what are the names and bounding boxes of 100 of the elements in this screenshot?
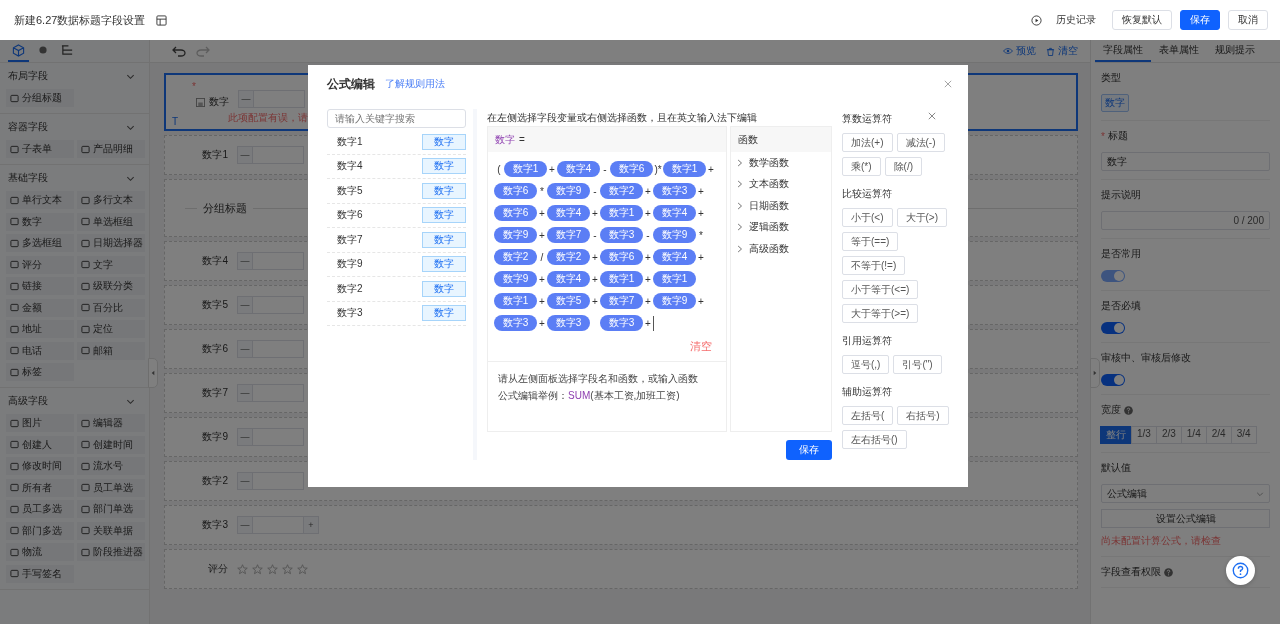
close-icon[interactable] xyxy=(944,80,952,88)
operator-button[interactable]: 小于等于(<=) xyxy=(842,280,919,299)
redo-icon[interactable] xyxy=(196,45,210,57)
field-token[interactable]: 数字2 xyxy=(547,249,590,265)
field-token[interactable]: 数字9 xyxy=(494,227,537,243)
save-button[interactable]: 保存 xyxy=(786,440,832,460)
operator-button[interactable]: 加法(+) xyxy=(842,133,893,152)
component-item[interactable]: 部门多选 xyxy=(6,521,74,540)
width-option[interactable]: 整行 xyxy=(1100,426,1132,444)
field-token[interactable]: 数字3 xyxy=(600,315,643,331)
operator-button[interactable]: 不等于(!=) xyxy=(842,256,906,275)
field-token[interactable]: 数字4 xyxy=(653,249,696,265)
field-variable[interactable]: 数字1 数字 xyxy=(327,130,466,155)
decrement-button[interactable]: — xyxy=(237,384,253,402)
decrement-button[interactable]: — xyxy=(238,89,254,108)
field-token[interactable]: 数字4 xyxy=(557,161,600,177)
operator-button[interactable]: 大于等于(>=) xyxy=(842,304,919,323)
field-token[interactable]: 数字5 xyxy=(547,293,590,309)
component-item[interactable]: 员工多选 xyxy=(6,500,74,518)
clear-link[interactable]: 清空 xyxy=(1046,44,1078,58)
field-token[interactable]: 数字1 xyxy=(663,161,706,177)
field-token[interactable]: 数字3 xyxy=(600,227,643,243)
component-item[interactable]: 物流 xyxy=(6,543,74,561)
width-option[interactable]: 1/4 xyxy=(1180,426,1207,444)
component-item[interactable]: 评分 xyxy=(6,255,74,274)
field-token[interactable]: 数字6 xyxy=(494,183,537,199)
component-item[interactable]: 百分比 xyxy=(77,298,145,317)
field-token[interactable]: 数字3 xyxy=(494,315,537,331)
component-item[interactable]: 数字 xyxy=(6,212,74,231)
decrement-button[interactable]: — xyxy=(237,472,253,490)
field-token[interactable]: 数字4 xyxy=(653,205,696,221)
component-item[interactable]: 创建时间 xyxy=(77,435,145,454)
field-variable[interactable]: 数字3 数字 xyxy=(327,301,466,326)
decrement-button[interactable]: — xyxy=(237,516,253,534)
component-item[interactable]: 单行文本 xyxy=(6,191,74,209)
operator-button[interactable]: 减法(-) xyxy=(896,133,945,152)
header-button[interactable]: 取消 xyxy=(1228,10,1268,30)
component-item[interactable]: 地址 xyxy=(6,320,74,338)
save-icon[interactable] xyxy=(196,97,205,107)
operator-button[interactable]: 小于(<) xyxy=(842,208,893,227)
collapse-handle[interactable] xyxy=(1090,358,1100,388)
collapse-handle[interactable] xyxy=(148,358,158,388)
operator-button[interactable]: 逗号(,) xyxy=(842,355,890,374)
properties-tab[interactable]: 规则提示 xyxy=(1207,40,1263,62)
component-item[interactable]: 关联单据 xyxy=(77,521,145,540)
field-token[interactable]: 数字9 xyxy=(494,271,537,287)
field-token[interactable]: 数字3 xyxy=(547,315,590,331)
operator-button[interactable]: 大于(>) xyxy=(896,208,947,227)
field-token[interactable]: 数字6 xyxy=(610,161,653,177)
star-icon[interactable] xyxy=(297,563,308,575)
width-option[interactable]: 3/4 xyxy=(1230,426,1257,444)
formula-editor[interactable] xyxy=(487,126,727,432)
component-item[interactable]: 分组标题 xyxy=(6,89,74,107)
component-item[interactable]: 创建人 xyxy=(6,435,74,454)
star-icon[interactable] xyxy=(267,563,278,575)
field-token[interactable]: 数字1 xyxy=(653,271,696,287)
operator-button[interactable]: 乘(*) xyxy=(842,157,881,176)
field-variable[interactable]: 数字6 数字 xyxy=(327,203,466,228)
star-rating[interactable] xyxy=(237,563,308,575)
component-item[interactable]: 所有者 xyxy=(6,478,74,497)
field-variable[interactable]: 数字5 数字 xyxy=(327,179,466,204)
star-icon[interactable] xyxy=(252,563,263,575)
increment-button[interactable]: + xyxy=(303,516,319,534)
field-token[interactable]: 数字9 xyxy=(547,183,590,199)
operator-button[interactable]: 右括号) xyxy=(897,406,949,425)
function-category[interactable]: 文本函数 xyxy=(731,173,831,195)
component-item[interactable]: 文字 xyxy=(77,255,145,274)
operator-button[interactable]: 左右括号() xyxy=(842,430,907,449)
width-option[interactable]: 2/4 xyxy=(1205,426,1232,444)
function-category[interactable]: 逻辑函数 xyxy=(731,216,831,238)
star-icon[interactable] xyxy=(237,563,248,575)
set-formula-button[interactable]: 设置公式编辑 xyxy=(1101,509,1270,528)
component-item[interactable]: 编辑器 xyxy=(77,414,145,432)
field-token[interactable]: 数字2 xyxy=(494,249,537,265)
field-token[interactable]: 数字9 xyxy=(653,293,696,309)
field-variable[interactable]: 数字4 数字 xyxy=(327,154,466,179)
field-token[interactable]: 数字1 xyxy=(600,271,643,287)
help-icon[interactable] xyxy=(1124,405,1133,415)
component-item[interactable]: 电话 xyxy=(6,341,74,360)
decrement-button[interactable]: — xyxy=(237,146,253,164)
star-icon[interactable] xyxy=(282,563,293,575)
component-item[interactable]: 日期选择器 xyxy=(77,234,145,252)
component-item[interactable]: 多选框组 xyxy=(6,234,74,252)
component-item[interactable]: 员工单选 xyxy=(77,478,145,497)
clear-link[interactable]: 清空 xyxy=(690,339,712,354)
field-token[interactable]: 数字1 xyxy=(504,161,547,177)
component-item[interactable]: 流水号 xyxy=(77,457,145,475)
function-category[interactable]: 日期函数 xyxy=(731,195,831,217)
save-button[interactable]: 保存 xyxy=(1180,10,1220,30)
component-item[interactable]: 链接 xyxy=(6,277,74,295)
function-category[interactable]: 数学函数 xyxy=(731,152,831,174)
field-variable[interactable]: 数字7 数字 xyxy=(327,228,466,253)
field-token[interactable]: 数字2 xyxy=(600,183,643,199)
help-icon[interactable] xyxy=(1164,567,1173,577)
field-token[interactable]: 数字9 xyxy=(653,227,696,243)
title-input[interactable]: 数字 xyxy=(1101,152,1270,171)
component-item[interactable]: 图片 xyxy=(6,414,74,432)
component-item[interactable]: 金额 xyxy=(6,298,74,317)
search-field[interactable]: 请输入关键字搜索 xyxy=(327,109,466,128)
toggle-switch[interactable] xyxy=(1101,374,1125,386)
